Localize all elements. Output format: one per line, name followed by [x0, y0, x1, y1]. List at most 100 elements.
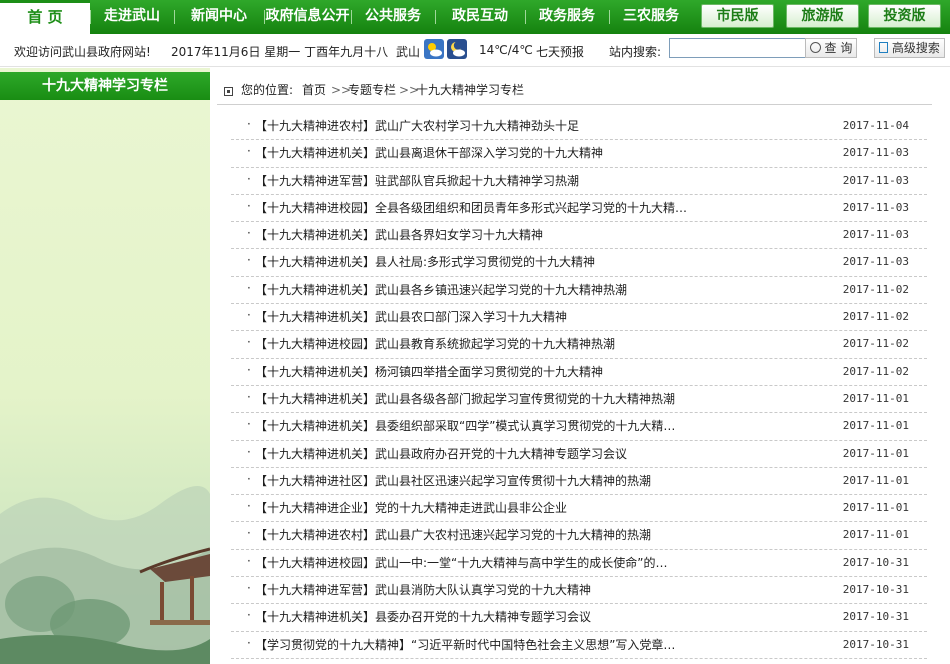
news-title-link[interactable]: 【十九大精神进机关】武山县各乡镇迅速兴起学习党的十九大精神热潮 — [255, 281, 627, 298]
nav-about-wushan[interactable]: 走进武山 — [90, 0, 174, 34]
news-title-link[interactable]: 【十九大精神进军营】武山县消防大队认真学习党的十九大精神 — [255, 581, 591, 598]
news-row[interactable]: · 【十九大精神进军营】驻武部队官兵掀起十九大精神学习热潮 2017-11-03 — [231, 168, 927, 195]
news-date: 2017-10-31 — [842, 610, 909, 624]
news-row[interactable]: · 【十九大精神进机关】武山县各乡镇迅速兴起学习党的十九大精神热潮 2017-11-… — [231, 277, 927, 305]
nav-home[interactable]: 首 页 — [0, 0, 90, 34]
moon-cloud-icon — [447, 39, 467, 59]
date-text: 2017年11月6日 星期一 丁酉年九月十八 — [171, 45, 389, 59]
bullet-dot-icon: · — [247, 362, 251, 377]
news-row[interactable]: · 【学习贯彻党的十九大精神】“习近平新时代中国特色社会主义思想”写入党章… 201… — [231, 632, 927, 659]
news-row[interactable]: · 【十九大精神进机关】武山县农口部门深入学习十九大精神 2017-11-02 — [231, 304, 927, 332]
news-row[interactable]: · 【十九大精神进机关】县委办召开党的十九大精神专题学习会议 2017-10-31 — [231, 604, 927, 632]
news-title-link[interactable]: 【十九大精神进机关】县人社局:多形式学习贯彻党的十九大精神 — [255, 253, 595, 270]
news-title-link[interactable]: 【十九大精神进农村】武山县广大农村迅速兴起学习党的十九大精神的热潮 — [255, 526, 651, 543]
news-list: · 【十九大精神进农村】武山广大农村学习十九大精神劲头十足 2017-11-04 · 【… — [231, 113, 927, 659]
news-date: 2017-11-01 — [842, 501, 909, 515]
news-row[interactable]: · 【十九大精神进机关】武山县各界妇女学习十九大精神 2017-11-03 — [231, 222, 927, 250]
news-title-link[interactable]: 【十九大精神进校园】全县各级团组织和团员青年多形式兴起学习党的十九大精… — [255, 199, 687, 216]
nav-news-center[interactable]: 新闻中心 — [174, 0, 264, 34]
news-date: 2017-10-31 — [842, 555, 909, 569]
news-title-link[interactable]: 【十九大精神进机关】武山县各级各部门掀起学习宣传贯彻党的十九大精神热潮 — [255, 390, 675, 407]
news-date: 2017-10-31 — [842, 637, 909, 651]
news-row[interactable]: · 【十九大精神进校园】武山县教育系统掀起学习党的十九大精神热潮 2017-11-0… — [231, 331, 927, 359]
news-row[interactable]: · 【十九大精神进农村】武山县广大农村迅速兴起学习党的十九大精神的热潮 2017-1… — [231, 522, 927, 550]
news-title-link[interactable]: 【十九大精神进校园】武山一中:一堂“十九大精神与高中学生的成长使命”的… — [255, 554, 667, 571]
welcome-text: 欢迎访问武山县政府网站! — [14, 45, 151, 59]
bullet-dot-icon: · — [247, 308, 251, 323]
news-date: 2017-11-03 — [842, 255, 909, 269]
square-bullet-icon — [224, 87, 233, 96]
nav-public-service[interactable]: 公共服务 — [351, 0, 435, 34]
tourism-version-button[interactable]: 旅游版 — [786, 4, 859, 28]
bullet-dot-icon: · — [247, 526, 251, 541]
nav-citizen-interaction[interactable]: 政民互动 — [435, 0, 525, 34]
news-row[interactable]: · 【十九大精神进农村】武山广大农村学习十九大精神劲头十足 2017-11-04 — [231, 113, 927, 141]
bullet-dot-icon: · — [247, 198, 251, 213]
news-title-link[interactable]: 【十九大精神进机关】杨河镇四举措全面学习贯彻党的十九大精神 — [255, 363, 603, 380]
news-date: 2017-11-03 — [842, 228, 909, 242]
search-input[interactable] — [669, 38, 808, 58]
news-date: 2017-10-31 — [842, 583, 909, 597]
bullet-dot-icon: · — [247, 335, 251, 350]
nav-rural-service[interactable]: 三农服务 — [609, 0, 693, 34]
news-title-link[interactable]: 【十九大精神进机关】武山县各界妇女学习十九大精神 — [255, 226, 543, 243]
news-row[interactable]: · 【十九大精神进机关】武山县各级各部门掀起学习宣传贯彻党的十九大精神热潮 2017… — [231, 386, 927, 414]
top-navigation: 首 页 走进武山 新闻中心 政府信息公开 公共服务 政民互动 政务服务 三农服务… — [0, 0, 950, 34]
sidebar-title[interactable]: 十九大精神学习专栏 — [0, 72, 210, 100]
news-row[interactable]: · 【十九大精神进企业】党的十九大精神走进武山县非公企业 2017-11-01 — [231, 495, 927, 523]
sun-cloud-icon — [424, 39, 444, 59]
news-title-link[interactable]: 【十九大精神进农村】武山广大农村学习十九大精神劲头十足 — [255, 117, 579, 134]
search-icon — [809, 42, 821, 53]
seven-day-forecast-link[interactable]: 七天预报 — [536, 43, 584, 60]
news-row[interactable]: · 【十九大精神进机关】武山县政府办召开党的十九大精神专题学习会议 2017-11-… — [231, 441, 927, 468]
bullet-dot-icon: · — [247, 171, 251, 186]
news-date: 2017-11-02 — [842, 364, 909, 378]
advanced-search-label: 高级搜索 — [891, 41, 940, 55]
weather-city: 武山 — [396, 45, 421, 59]
news-title-link[interactable]: 【十九大精神进企业】党的十九大精神走进武山县非公企业 — [255, 499, 567, 516]
news-date: 2017-11-01 — [842, 528, 909, 542]
news-title-link[interactable]: 【十九大精神进机关】县委办召开党的十九大精神专题学习会议 — [255, 608, 591, 625]
news-title-link[interactable]: 【十九大精神进机关】武山县离退休干部深入学习党的十九大精神 — [255, 144, 603, 161]
nav-gov-info[interactable]: 政府信息公开 — [264, 0, 351, 34]
search-button[interactable]: 查 询 — [805, 38, 857, 58]
main-content: 您的位置: 首页 >> 专题专栏 >> 十九大精神学习专栏 · 【十九大精神进农村… — [217, 77, 950, 664]
breadcrumb-current: 十九大精神学习专栏 — [416, 83, 525, 97]
news-date: 2017-11-01 — [842, 391, 909, 405]
news-row[interactable]: · 【十九大精神进机关】县人社局:多形式学习贯彻党的十九大精神 2017-11-03 — [231, 249, 927, 277]
breadcrumb-home[interactable]: 首页 — [302, 77, 326, 104]
bullet-dot-icon: · — [247, 389, 251, 404]
nav-items: 首 页 走进武山 新闻中心 政府信息公开 公共服务 政民互动 政务服务 三农服务 — [0, 0, 693, 34]
bullet-dot-icon: · — [247, 117, 251, 131]
news-date: 2017-11-03 — [842, 146, 909, 160]
news-title-link[interactable]: 【十九大精神进机关】县委组织部采取“四学”模式认真学习贯彻党的十九大精… — [255, 417, 675, 434]
news-title-link[interactable]: 【十九大精神进社区】武山县社区迅速兴起学习宣传贯彻十九大精神的热潮 — [255, 472, 651, 489]
news-row[interactable]: · 【十九大精神进机关】县委组织部采取“四学”模式认真学习贯彻党的十九大精… 201… — [231, 413, 927, 441]
nav-gov-service[interactable]: 政务服务 — [525, 0, 609, 34]
news-row[interactable]: · 【十九大精神进校园】武山一中:一堂“十九大精神与高中学生的成长使命”的… 201… — [231, 550, 927, 578]
news-title-link[interactable]: 【十九大精神进机关】武山县农口部门深入学习十九大精神 — [255, 308, 567, 325]
news-title-link[interactable]: 【十九大精神进机关】武山县政府办召开党的十九大精神专题学习会议 — [255, 445, 627, 462]
bullet-dot-icon: · — [247, 471, 251, 486]
bullet-dot-icon: · — [247, 635, 251, 650]
news-row[interactable]: · 【十九大精神进机关】武山县离退休干部深入学习党的十九大精神 2017-11-03 — [231, 140, 927, 168]
bullet-dot-icon: · — [247, 226, 251, 241]
news-row[interactable]: · 【十九大精神进校园】全县各级团组织和团员青年多形式兴起学习党的十九大精… 201… — [231, 195, 927, 223]
investment-version-button[interactable]: 投资版 — [868, 4, 941, 28]
news-row[interactable]: · 【十九大精神进社区】武山县社区迅速兴起学习宣传贯彻十九大精神的热潮 2017-1… — [231, 468, 927, 496]
advanced-search-button[interactable]: 高级搜索 — [874, 38, 945, 58]
citizen-version-button[interactable]: 市民版 — [701, 4, 774, 28]
news-date: 2017-11-02 — [842, 337, 909, 351]
temperature-text: 14℃/4℃ — [479, 43, 533, 57]
pavilion-scenery-illustration — [0, 486, 210, 664]
bullet-dot-icon: · — [247, 253, 251, 268]
news-row[interactable]: · 【十九大精神进军营】武山县消防大队认真学习党的十九大精神 2017-10-31 — [231, 577, 927, 605]
news-title-link[interactable]: 【十九大精神进校园】武山县教育系统掀起学习党的十九大精神热潮 — [255, 335, 615, 352]
news-date: 2017-11-03 — [842, 173, 909, 187]
news-title-link[interactable]: 【学习贯彻党的十九大精神】“习近平新时代中国特色社会主义思想”写入党章… — [255, 636, 675, 653]
news-row[interactable]: · 【十九大精神进机关】杨河镇四举措全面学习贯彻党的十九大精神 2017-11-02 — [231, 359, 927, 386]
breadcrumb-special-topics[interactable]: 专题专栏 — [348, 77, 396, 104]
news-date: 2017-11-02 — [842, 282, 909, 296]
news-title-link[interactable]: 【十九大精神进军营】驻武部队官兵掀起十九大精神学习热潮 — [255, 172, 579, 189]
bullet-dot-icon: · — [247, 581, 251, 596]
